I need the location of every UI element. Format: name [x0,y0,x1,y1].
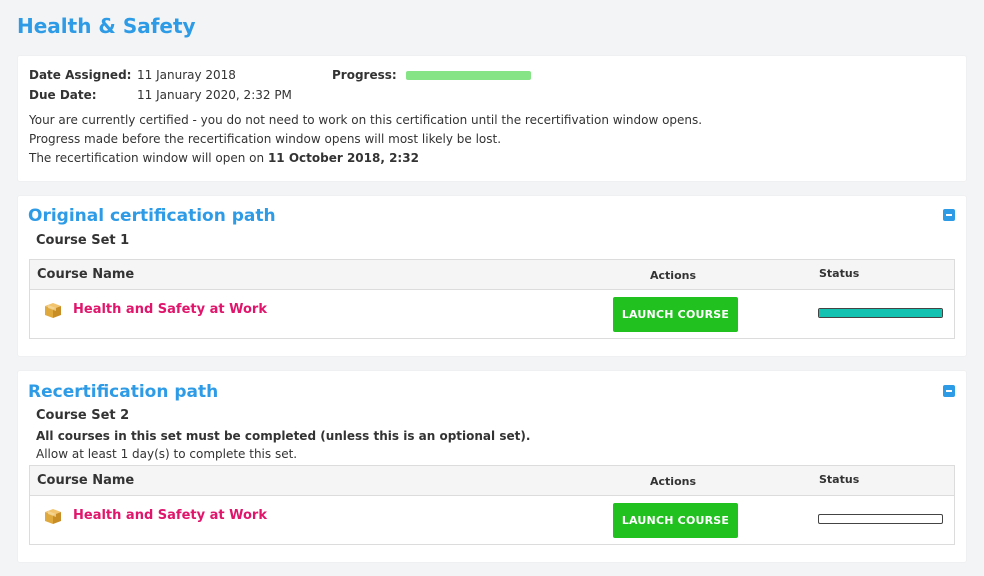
column-actions: Actions [650,475,696,488]
course-set-time-note: Allow at least 1 day(s) to complete this… [36,447,298,461]
progress-bar-fill [406,71,531,80]
column-course-name: Course Name [37,473,135,488]
course-table: Course Name Actions Status Health and Sa… [29,465,955,545]
recert-path-title: Recertification path [28,382,219,402]
column-status: Status [819,473,860,486]
collapse-recert-path-icon[interactable] [943,385,955,397]
notice-line-3-text: The recertification window will open on [29,151,268,165]
table-row: Health and Safety at Work LAUNCH COURSE [30,290,954,338]
column-actions: Actions [650,269,696,282]
course-status-bar [818,308,943,318]
course-table: Course Name Actions Status Health and Sa… [29,259,955,339]
collapse-original-path-icon[interactable] [943,209,955,221]
original-path-title: Original certification path [28,206,276,226]
notice-line-3: The recertification window will open on … [29,151,419,165]
recert-path-card: Recertification path Course Set 2 All co… [18,371,966,562]
course-link[interactable]: Health and Safety at Work [73,508,267,523]
course-status-bar [818,514,943,524]
progress: Progress: [332,68,397,82]
progress-bar [406,71,531,80]
course-status-fill [819,309,942,317]
package-box-icon [45,303,61,318]
launch-course-button[interactable]: LAUNCH COURSE [613,503,738,538]
column-course-name: Course Name [37,267,135,282]
table-header: Course Name Actions Status [30,260,954,290]
date-assigned-value: 11 Januray 2018 [137,68,236,82]
notice-line-1: Your are currently certified - you do no… [29,113,703,127]
launch-course-button[interactable]: LAUNCH COURSE [613,297,738,332]
date-assigned: Date Assigned: [29,68,131,82]
page-title: Health & Safety [17,14,196,38]
course-link[interactable]: Health and Safety at Work [73,302,267,317]
due-date-value-wrap: 11 January 2020, 2:32 PM [137,88,292,102]
due-date: Due Date: [29,88,97,102]
certification-info-card: Date Assigned: 11 Januray 2018 Due Date:… [18,56,966,181]
recert-window-date: 11 October 2018, 2:32 [267,151,419,165]
column-status: Status [819,267,860,280]
table-row: Health and Safety at Work LAUNCH COURSE [30,496,954,544]
original-path-card: Original certification path Course Set 1… [18,196,966,356]
date-assigned-value-wrap: 11 Januray 2018 [137,68,236,82]
package-box-icon [45,509,61,524]
table-header: Course Name Actions Status [30,466,954,496]
date-assigned-label: Date Assigned: [29,68,132,82]
notice-line-2: Progress made before the recertification… [29,132,502,146]
course-set-name: Course Set 2 [36,408,130,423]
course-set-name: Course Set 1 [36,233,130,248]
due-date-label: Due Date: [29,88,97,102]
progress-label: Progress: [332,68,397,82]
due-date-value: 11 January 2020, 2:32 PM [137,88,292,102]
course-set-rule: All courses in this set must be complete… [36,429,531,443]
